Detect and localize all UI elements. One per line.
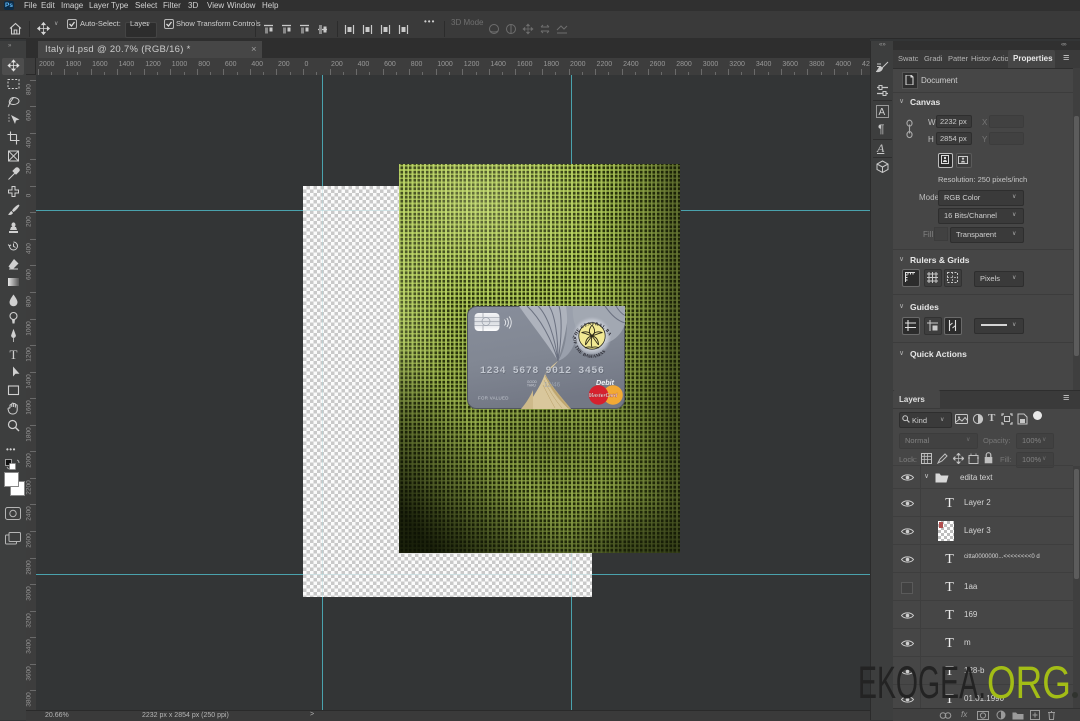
svg-text:FOR VALUED: FOR VALUED <box>478 396 509 401</box>
svg-text:THRU: THRU <box>527 384 537 388</box>
svg-text:12/46: 12/46 <box>544 382 561 389</box>
svg-text:MasterCard: MasterCard <box>589 393 618 399</box>
svg-text:A: A <box>879 107 886 118</box>
svg-text:1234 5678 9012 3456: 1234 5678 9012 3456 <box>480 366 604 377</box>
svg-text:EKOGEA.: EKOGEA. <box>858 657 986 708</box>
svg-text:T: T <box>9 347 17 361</box>
svg-text:ORG: ORG <box>987 657 1071 708</box>
